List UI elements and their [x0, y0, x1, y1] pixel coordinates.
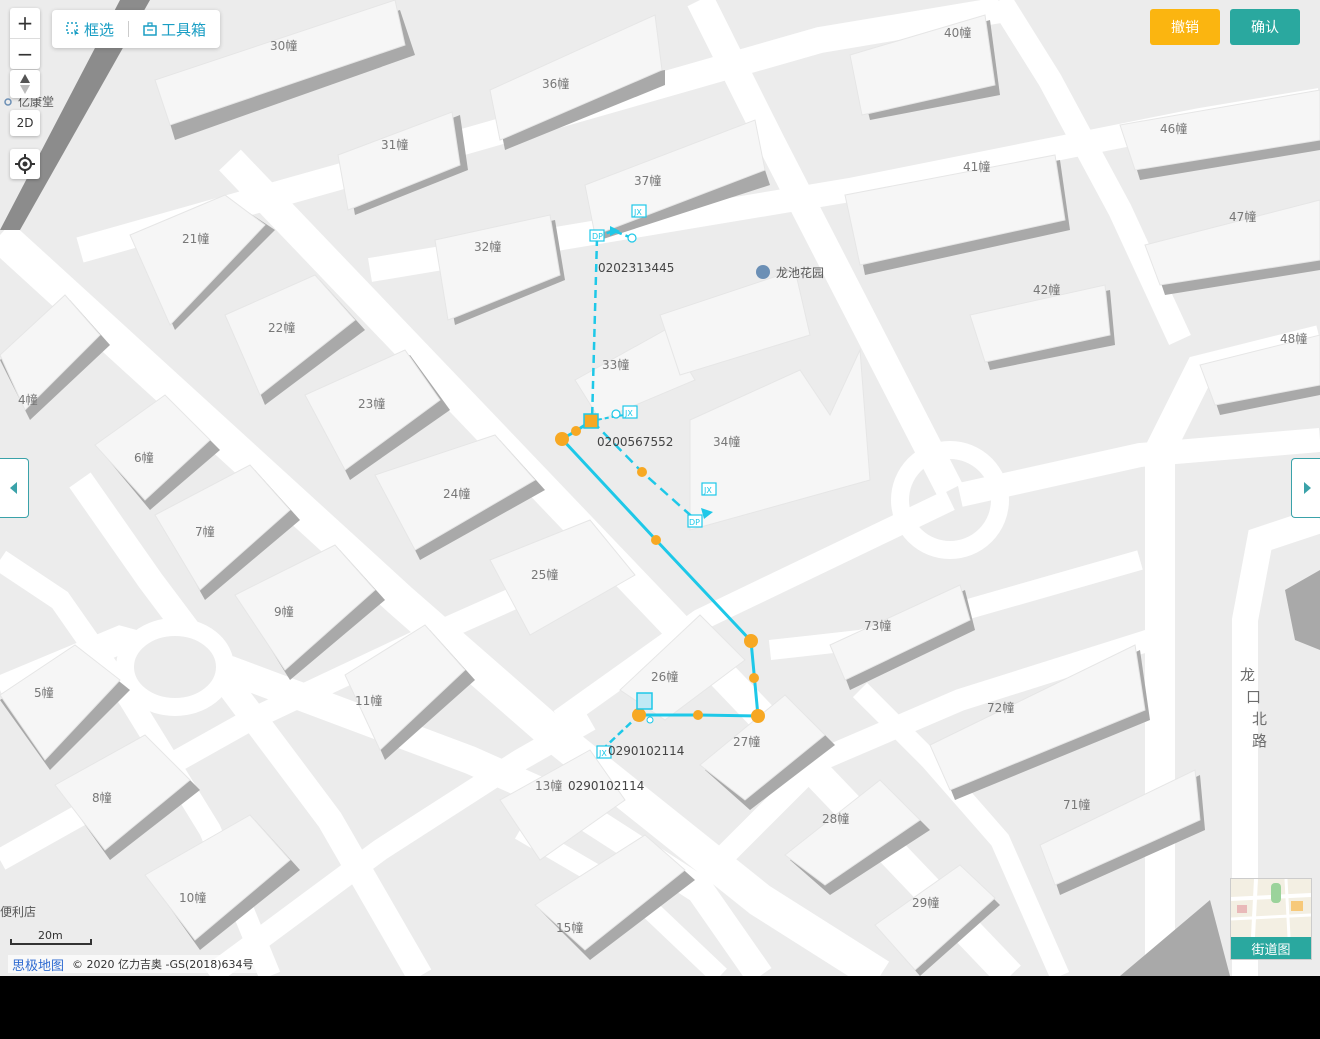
box-select-tool[interactable]: 框选	[66, 19, 114, 40]
zoom-in-button[interactable]: +	[10, 8, 40, 39]
svg-text:5幢: 5幢	[34, 685, 54, 700]
svg-text:11幢: 11幢	[355, 693, 382, 708]
svg-text:口: 口	[1246, 688, 1261, 706]
svg-text:40幢: 40幢	[944, 25, 971, 40]
undo-button[interactable]: 撤销	[1150, 9, 1220, 45]
scale-line	[10, 939, 92, 945]
svg-text:73幢: 73幢	[864, 618, 891, 633]
svg-text:33幢: 33幢	[602, 357, 629, 372]
svg-text:JX: JX	[703, 486, 712, 495]
locate-button[interactable]	[10, 149, 40, 179]
svg-text:DP: DP	[689, 518, 700, 527]
node-label-a: 0202313445	[598, 261, 674, 275]
map-attribution: 思极地图 © 2020 亿力吉奥 -GS(2018)634号	[8, 955, 258, 974]
svg-text:71幢: 71幢	[1063, 797, 1090, 812]
box-select-label: 框选	[84, 20, 115, 39]
scale-bar: 20m	[10, 929, 92, 947]
svg-text:47幢: 47幢	[1229, 209, 1256, 224]
svg-text:JX: JX	[624, 409, 633, 418]
svg-text:26幢: 26幢	[651, 669, 678, 684]
svg-text:8幢: 8幢	[92, 790, 112, 805]
svg-text:路: 路	[1252, 732, 1267, 750]
svg-text:32幢: 32幢	[474, 239, 501, 254]
svg-text:13幢: 13幢	[535, 778, 562, 793]
zoom-out-button[interactable]: −	[10, 39, 40, 69]
svg-text:27幢: 27幢	[733, 734, 760, 749]
right-panel-toggle[interactable]	[1291, 458, 1320, 518]
svg-text:21幢: 21幢	[182, 231, 209, 246]
svg-text:31幢: 31幢	[381, 137, 408, 152]
street-view-thumbnail[interactable]: 街道图	[1230, 878, 1312, 960]
svg-text:北: 北	[1252, 710, 1267, 728]
zoom-control: + −	[10, 8, 40, 69]
svg-text:4幢: 4幢	[18, 392, 38, 407]
svg-text:34幢: 34幢	[713, 434, 740, 449]
svg-text:48幢: 48幢	[1280, 331, 1307, 346]
chevron-left-icon	[10, 482, 17, 494]
svg-text:30幢: 30幢	[270, 38, 297, 53]
compass-button[interactable]	[10, 70, 40, 98]
street-map-thumbnail	[1231, 879, 1311, 938]
box-select-icon	[66, 22, 79, 36]
svg-text:22幢: 22幢	[268, 320, 295, 335]
confirm-button[interactable]: 确认	[1230, 9, 1300, 45]
chevron-right-icon	[1303, 482, 1311, 494]
node-label-d: 0290102114	[568, 779, 644, 793]
svg-text:15幢: 15幢	[556, 920, 583, 935]
toolbox-tool[interactable]: 工具箱	[143, 19, 206, 40]
svg-text:6幢: 6幢	[134, 450, 154, 465]
svg-text:DP: DP	[592, 232, 603, 241]
shop-label: 便利店	[0, 905, 36, 919]
svg-text:72幢: 72幢	[987, 700, 1014, 715]
view-2d-toggle[interactable]: 2D	[10, 110, 40, 136]
street-view-label: 街道图	[1231, 937, 1311, 959]
svg-text:42幢: 42幢	[1033, 282, 1060, 297]
park-icon	[756, 265, 770, 279]
toolbox-icon	[143, 22, 157, 36]
left-panel-toggle[interactable]	[0, 458, 29, 518]
svg-text:25幢: 25幢	[531, 567, 558, 582]
toolbar-divider	[128, 21, 130, 37]
svg-text:龙: 龙	[1240, 666, 1255, 684]
map-layer: 30幢 36幢 40幢 46幢 31幢 37幢 41幢 47幢 21幢 32幢 …	[0, 0, 1320, 976]
compass-icon	[20, 74, 30, 94]
park-label: 龙池花园	[776, 265, 824, 280]
map-toolbar: 框选 工具箱	[52, 10, 221, 48]
copyright-text: © 2020 亿力吉奥 -GS(2018)634号	[72, 958, 254, 971]
map-canvas[interactable]: 30幢 36幢 40幢 46幢 31幢 37幢 41幢 47幢 21幢 32幢 …	[0, 0, 1320, 976]
svg-text:7幢: 7幢	[195, 524, 215, 539]
locate-icon	[15, 154, 35, 174]
bottom-black-area	[0, 976, 1320, 1039]
svg-text:23幢: 23幢	[358, 396, 385, 411]
svg-text:37幢: 37幢	[634, 173, 661, 188]
svg-text:29幢: 29幢	[912, 895, 939, 910]
node-label-c: 0290102114	[608, 744, 684, 758]
svg-text:28幢: 28幢	[822, 811, 849, 826]
svg-text:10幢: 10幢	[179, 890, 206, 905]
toolbox-label: 工具箱	[161, 20, 207, 39]
svg-text:9幢: 9幢	[274, 604, 294, 619]
svg-text:JX: JX	[633, 208, 642, 217]
svg-text:46幢: 46幢	[1160, 121, 1187, 136]
node-label-b: 0200567552	[597, 435, 673, 449]
svg-text:36幢: 36幢	[542, 76, 569, 91]
svg-text:41幢: 41幢	[963, 159, 990, 174]
map-brand[interactable]: 思极地图	[12, 955, 64, 974]
svg-text:24幢: 24幢	[443, 486, 470, 501]
svg-text:JX: JX	[598, 749, 607, 758]
